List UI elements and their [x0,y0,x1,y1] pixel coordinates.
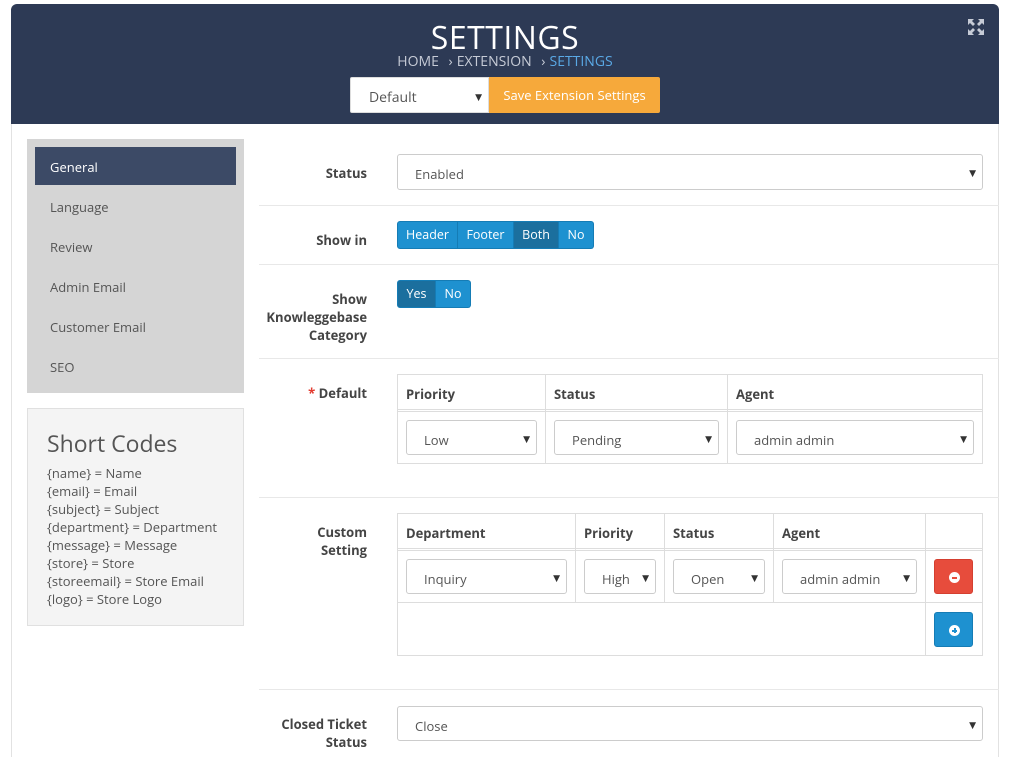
column-header-priority: Priority [584,524,633,542]
custom-setting-label: Custom Setting [317,523,367,559]
divider [259,205,999,206]
divider [259,689,999,690]
breadcrumb-settings[interactable]: SETTINGS [550,52,613,71]
status-label: Status [325,164,367,182]
default-priority-select[interactable]: Low ▼ [406,420,537,455]
caret-down-icon: ▼ [969,718,976,731]
column-header-agent: Agent [782,524,821,542]
menu-item-customer-email[interactable]: Customer Email [35,307,236,345]
short-code-line: {store} = Store [47,554,135,572]
column-header-status: Status [554,385,596,403]
breadcrumb-home[interactable]: HOME [397,52,439,71]
short-code-line: {message} = Message [47,536,178,554]
page-header: SETTINGS HOME › EXTENSION › SETTINGS Defau… [11,4,999,124]
show-in-no-button[interactable]: No [559,221,594,249]
breadcrumb-extension[interactable]: EXTENSION [457,52,532,71]
menu-item-seo[interactable]: SEO [35,347,236,385]
custom-status-select[interactable]: Open ▼ [673,559,765,594]
short-code-line: {email} = Email [47,482,138,500]
caret-down-icon: ▼ [705,432,712,445]
caret-down-icon: ▼ [475,90,482,103]
caret-down-icon: ▼ [751,571,758,584]
save-extension-settings-button[interactable]: Save Extension Settings [489,77,660,113]
default-status-select[interactable]: Pending ▼ [554,420,719,455]
menu-item-language[interactable]: Language [35,187,236,225]
caret-down-icon: ▼ [903,571,910,584]
remove-row-button[interactable] [934,559,973,594]
menu-item-admin-email[interactable]: Admin Email [35,267,236,305]
breadcrumb-separator: › [448,52,453,71]
show-in-label: Show in [316,231,367,249]
short-codes-panel: Short Codes {name} = Name {email} = Emai… [27,408,244,626]
caret-down-icon: ▼ [642,571,649,584]
short-codes-title: Short Codes [47,427,178,459]
show-kb-yes-button[interactable]: Yes [397,280,436,308]
show-in-both-button[interactable]: Both [514,221,559,249]
breadcrumb-separator: › [541,52,546,71]
default-agent-select[interactable]: admin admin ▼ [736,420,974,455]
show-in-footer-button[interactable]: Footer [458,221,514,249]
caret-down-icon: ▼ [553,571,560,584]
custom-department-select[interactable]: Inquiry ▼ [406,559,567,594]
column-header-agent: Agent [736,385,775,403]
divider [259,264,999,265]
custom-agent-select[interactable]: admin admin ▼ [782,559,917,594]
show-kb-no-button[interactable]: No [436,280,471,308]
short-code-line: {logo} = Store Logo [47,590,162,608]
caret-down-icon: ▼ [960,432,967,445]
add-row-button[interactable] [934,612,973,647]
required-mark: * [308,384,316,402]
minus-circle-icon [949,572,960,583]
closed-ticket-status-select[interactable]: Close ▼ [397,706,983,741]
short-code-line: {storeemail} = Store Email [47,572,204,590]
column-header-department: Department [406,524,486,542]
menu-item-general[interactable]: General [35,147,236,185]
store-select[interactable]: Default ▼ [350,77,489,113]
fullscreen-icon[interactable] [967,18,985,36]
show-in-header-button[interactable]: Header [397,221,458,249]
divider [259,497,999,498]
short-code-line: {subject} = Subject [47,500,159,518]
custom-priority-select[interactable]: High ▼ [584,559,656,594]
column-header-priority: Priority [406,385,455,403]
caret-down-icon: ▼ [969,166,976,179]
divider [259,358,999,359]
closed-ticket-status-label: Closed Ticket Status [281,715,367,751]
default-label: * Default [308,384,367,402]
caret-down-icon: ▼ [523,432,530,445]
show-in-toggle: Header Footer Both No [397,221,594,249]
menu-item-review[interactable]: Review [35,227,236,265]
show-kb-label: Show Knowleggebase Category [266,290,367,344]
settings-menu: General Language Review Admin Email Cust… [27,139,244,393]
breadcrumb: HOME › EXTENSION › SETTINGS [11,52,999,71]
column-header-status: Status [673,524,715,542]
short-code-line: {department} = Department [47,518,218,536]
short-code-line: {name} = Name [47,464,142,482]
status-select[interactable]: Enabled ▼ [397,154,983,190]
show-kb-toggle: Yes No [397,280,471,308]
plus-circle-icon [949,625,960,636]
